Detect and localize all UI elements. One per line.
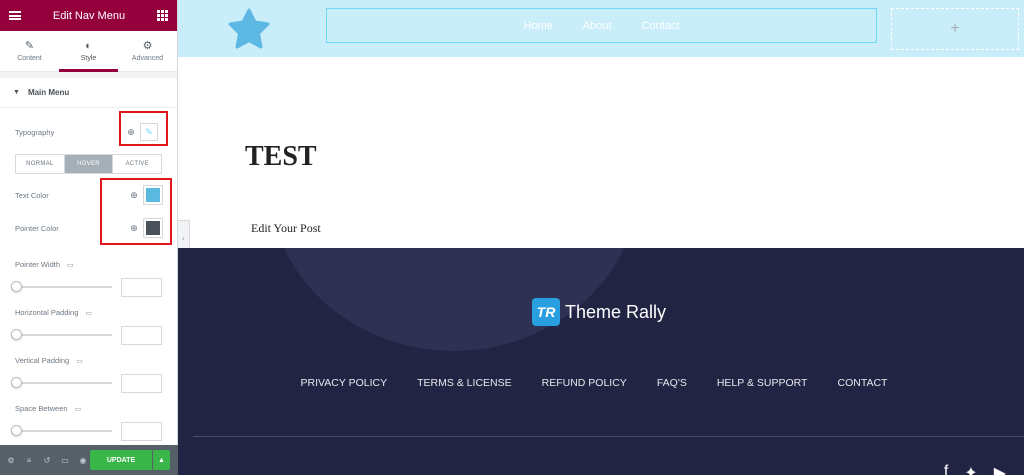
desktop-icon[interactable]: ▭ (76, 357, 83, 365)
state-active[interactable]: ACTIVE (112, 155, 161, 173)
edit-post-link[interactable]: Edit Your Post (251, 221, 321, 236)
section-main-menu[interactable]: ▼ Main Menu (0, 78, 177, 108)
site-footer: TR Theme Rally PRIVACY POLICY TERMS & LI… (178, 248, 1024, 475)
space-between-input[interactable] (121, 422, 162, 441)
section-title: Main Menu (27, 88, 70, 97)
navigator-icon[interactable]: ≡ (23, 456, 35, 465)
tab-advanced[interactable]: ⚙ Advanced (118, 31, 177, 71)
update-options-caret-icon[interactable]: ▲ (153, 450, 170, 470)
footer-link-refund[interactable]: REFUND POLICY (527, 377, 642, 389)
slider-handle[interactable] (11, 329, 22, 340)
horizontal-padding-label: Horizontal Padding ▭ (15, 308, 92, 317)
vertical-padding-slider[interactable] (11, 377, 112, 388)
nav-item-contact[interactable]: Contact (642, 20, 680, 32)
editor-app: Edit Nav Menu ✎ Content ◐ Style ⚙ Advanc… (0, 0, 1024, 475)
site-preview: Home About Contact + TEST Edit Your Post… (178, 0, 1024, 475)
slider-label-text: Horizontal Padding (15, 308, 79, 317)
settings-icon[interactable]: ⚙ (5, 456, 17, 465)
facebook-icon[interactable]: f (944, 463, 948, 475)
footer-links: PRIVACY POLICY TERMS & LICENSE REFUND PO… (178, 377, 1024, 389)
horizontal-padding-input[interactable] (121, 326, 162, 345)
panel-header: Edit Nav Menu (0, 0, 177, 31)
half-circle-icon: ◐ (85, 40, 92, 52)
widgets-grid-icon[interactable] (157, 10, 168, 21)
pointer-width-label: Pointer Width ▭ (15, 260, 74, 269)
brand-badge-icon: TR (532, 298, 560, 326)
slider-label-text: Space Between (15, 404, 68, 413)
preview-eye-icon[interactable]: ◉ (77, 456, 89, 465)
post-title: TEST (245, 141, 317, 172)
slider-label-text: Vertical Padding (15, 356, 70, 365)
responsive-mode-icon[interactable]: ▭ (59, 456, 71, 465)
pencil-icon: ✎ (24, 40, 35, 52)
footer-divider (193, 436, 1024, 437)
tab-content-label: Content (17, 55, 42, 62)
slider-handle[interactable] (11, 377, 22, 388)
slider-handle[interactable] (11, 281, 22, 292)
highlight-box-typography (119, 111, 168, 146)
star-logo-icon[interactable] (227, 8, 271, 50)
gear-icon: ⚙ (142, 40, 153, 52)
plus-icon: + (950, 20, 960, 37)
history-icon[interactable]: ↺ (41, 456, 53, 465)
social-icons: f ✦ ▶ (944, 463, 1006, 475)
youtube-icon[interactable]: ▶ (994, 463, 1006, 475)
desktop-icon[interactable]: ▭ (67, 261, 74, 269)
nav-item-home[interactable]: Home (523, 20, 552, 32)
slider-handle[interactable] (11, 425, 22, 436)
footer-link-faqs[interactable]: FAQ'S (642, 377, 702, 389)
panel-tabs: ✎ Content ◐ Style ⚙ Advanced (0, 31, 177, 72)
highlight-box-colors (100, 178, 172, 245)
pointer-width-input[interactable] (121, 278, 162, 297)
panel-title: Edit Nav Menu (52, 9, 126, 22)
footer-link-terms[interactable]: TERMS & LICENSE (402, 377, 527, 389)
space-between-label: Space Between ▭ (15, 404, 81, 413)
pointer-width-slider[interactable] (11, 281, 112, 292)
tab-style[interactable]: ◐ Style (59, 31, 118, 72)
footer-link-contact[interactable]: CONTACT (822, 377, 902, 389)
add-widget-button[interactable]: + (891, 8, 1019, 50)
horizontal-padding-slider[interactable] (11, 329, 112, 340)
typography-label: Typography (15, 127, 55, 137)
site-header: Home About Contact + (178, 0, 1024, 57)
editor-panel: Edit Nav Menu ✎ Content ◐ Style ⚙ Advanc… (0, 0, 178, 475)
state-tabs: NORMAL HOVER ACTIVE (15, 154, 162, 174)
hamburger-menu-icon[interactable] (9, 11, 21, 20)
tab-advanced-label: Advanced (131, 55, 164, 62)
nav-item-about[interactable]: About (583, 20, 612, 32)
update-button[interactable]: UPDATE (90, 450, 152, 470)
tab-style-label: Style (80, 55, 97, 62)
vertical-padding-input[interactable] (121, 374, 162, 393)
space-between-slider[interactable] (11, 425, 112, 436)
slider-label-text: Pointer Width (15, 260, 61, 269)
nav-menu: Home About Contact (326, 8, 877, 43)
brand-name: Theme Rally (565, 301, 667, 322)
state-hover[interactable]: HOVER (63, 155, 113, 173)
twitter-icon[interactable]: ✦ (964, 463, 977, 475)
desktop-icon[interactable]: ▭ (85, 309, 92, 317)
state-normal[interactable]: NORMAL (16, 155, 64, 173)
panel-footer: ⚙ ≡ ↺ ▭ ◉ UPDATE ▲ (0, 445, 178, 475)
vertical-padding-label: Vertical Padding ▭ (15, 356, 83, 365)
tab-content[interactable]: ✎ Content (0, 31, 59, 71)
brand-logo[interactable]: TR Theme Rally (532, 298, 666, 326)
pointer-color-label: Pointer Color (15, 223, 59, 233)
caret-down-icon: ▼ (13, 89, 20, 96)
footer-link-help[interactable]: HELP & SUPPORT (702, 377, 823, 389)
footer-link-privacy[interactable]: PRIVACY POLICY (286, 377, 403, 389)
desktop-icon[interactable]: ▭ (75, 405, 82, 413)
text-color-label: Text Color (15, 190, 49, 200)
